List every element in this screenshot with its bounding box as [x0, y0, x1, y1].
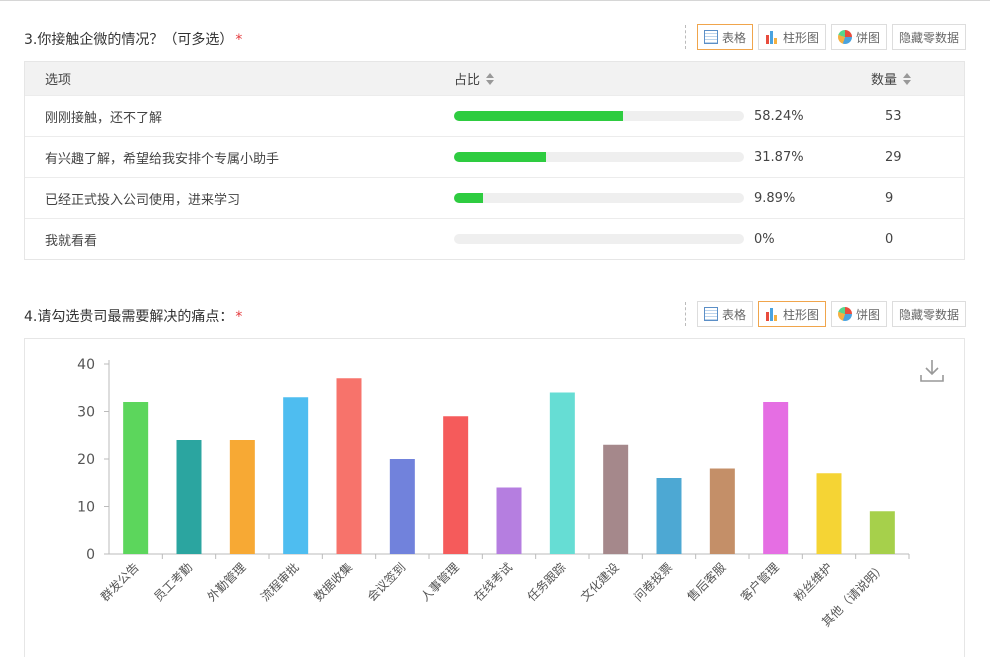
column-header-ratio[interactable]: 占比 — [454, 62, 495, 95]
q4-title-text: 4.请勾选贵司最需要解决的痛点： — [24, 309, 234, 325]
separator — [684, 25, 686, 49]
button-label: 柱形图 — [782, 30, 819, 45]
q4-bar-view-button[interactable]: 柱形图 — [757, 301, 826, 327]
table-icon — [703, 307, 718, 321]
required-mark: * — [235, 32, 243, 48]
q3-pie-view-button[interactable]: 饼图 — [830, 24, 887, 50]
option-label: 我就看看 — [45, 233, 98, 249]
button-label: 表格 — [721, 30, 746, 45]
percent-bar-track — [454, 152, 744, 162]
q3-table-view-button[interactable]: 表格 — [696, 24, 753, 50]
q4-title: 4.请勾选贵司最需要解决的痛点： * — [24, 306, 242, 326]
q4-header: 4.请勾选贵司最需要解决的痛点： * 表格 柱形图 饼图 隐藏零数据 — [24, 301, 966, 331]
sort-icon — [486, 72, 495, 85]
table-row: 已经正式投入公司使用，进来学习 9.89% 9 — [25, 177, 964, 218]
count-value: 29 — [885, 149, 902, 165]
percent-value: 58.24% — [754, 108, 804, 124]
percent-bar-fill — [454, 111, 623, 121]
bar-chart-icon — [765, 307, 779, 321]
percent-value: 31.87% — [754, 149, 804, 165]
percent-bar-track — [454, 111, 744, 121]
top-divider — [0, 0, 990, 1]
column-header-count[interactable]: 数量 — [871, 62, 912, 95]
button-label: 柱形图 — [782, 307, 819, 322]
separator — [684, 302, 686, 326]
q4-chart-panel — [24, 338, 965, 657]
count-value: 0 — [885, 231, 894, 247]
table-row: 刚刚接触，还不了解 58.24% 53 — [25, 95, 964, 136]
column-label: 占比 — [454, 73, 481, 88]
q4-pie-view-button[interactable]: 饼图 — [830, 301, 887, 327]
percent-bar-track — [454, 193, 744, 203]
sort-icon — [903, 72, 912, 85]
column-header-option: 选项 — [45, 73, 72, 88]
count-value: 53 — [885, 108, 902, 124]
table-row: 我就看看 0% 0 — [25, 218, 964, 259]
pie-chart-icon — [837, 30, 852, 44]
percent-bar-track — [454, 234, 744, 244]
q3-header: 3.你接触企微的情况？（可多选） * 表格 柱形图 饼图 隐藏零数据 — [24, 24, 966, 54]
button-label: 饼图 — [855, 30, 880, 45]
pie-chart-icon — [837, 307, 852, 321]
q3-title-text: 3.你接触企微的情况？（可多选） — [24, 32, 234, 48]
table-header: 选项 占比 数量 — [25, 62, 964, 95]
required-mark: * — [235, 309, 243, 325]
percent-value: 0% — [754, 231, 775, 247]
percent-bar-fill — [454, 193, 483, 203]
q4-table-view-button[interactable]: 表格 — [696, 301, 753, 327]
count-value: 9 — [885, 190, 894, 206]
bar-chart-icon — [765, 30, 779, 44]
q3-hide-zero-button[interactable]: 隐藏零数据 — [891, 24, 966, 50]
option-label: 有兴趣了解，希望给我安排个专属小助手 — [45, 151, 280, 167]
q4-hide-zero-button[interactable]: 隐藏零数据 — [891, 301, 966, 327]
q4-view-switcher: 表格 柱形图 饼图 隐藏零数据 — [684, 301, 966, 327]
percent-bar-fill — [454, 152, 547, 162]
option-label: 刚刚接触，还不了解 — [45, 110, 163, 126]
download-icon[interactable] — [919, 358, 945, 384]
button-label: 饼图 — [855, 307, 880, 322]
table-icon — [703, 30, 718, 44]
percent-value: 9.89% — [754, 190, 796, 206]
button-label: 隐藏零数据 — [898, 30, 959, 45]
button-label: 隐藏零数据 — [898, 307, 959, 322]
button-label: 表格 — [721, 307, 746, 322]
q3-results-table: 选项 占比 数量 刚刚接触，还不了解 58.24% 53 有兴趣了解，希望给我安排个专… — [24, 61, 965, 260]
table-row: 有兴趣了解，希望给我安排个专属小助手 31.87% 29 — [25, 136, 964, 177]
q3-title: 3.你接触企微的情况？（可多选） * — [24, 29, 242, 49]
q3-bar-view-button[interactable]: 柱形图 — [757, 24, 826, 50]
option-label: 已经正式投入公司使用，进来学习 — [45, 192, 241, 208]
q3-view-switcher: 表格 柱形图 饼图 隐藏零数据 — [684, 24, 966, 50]
column-label: 数量 — [871, 73, 898, 88]
